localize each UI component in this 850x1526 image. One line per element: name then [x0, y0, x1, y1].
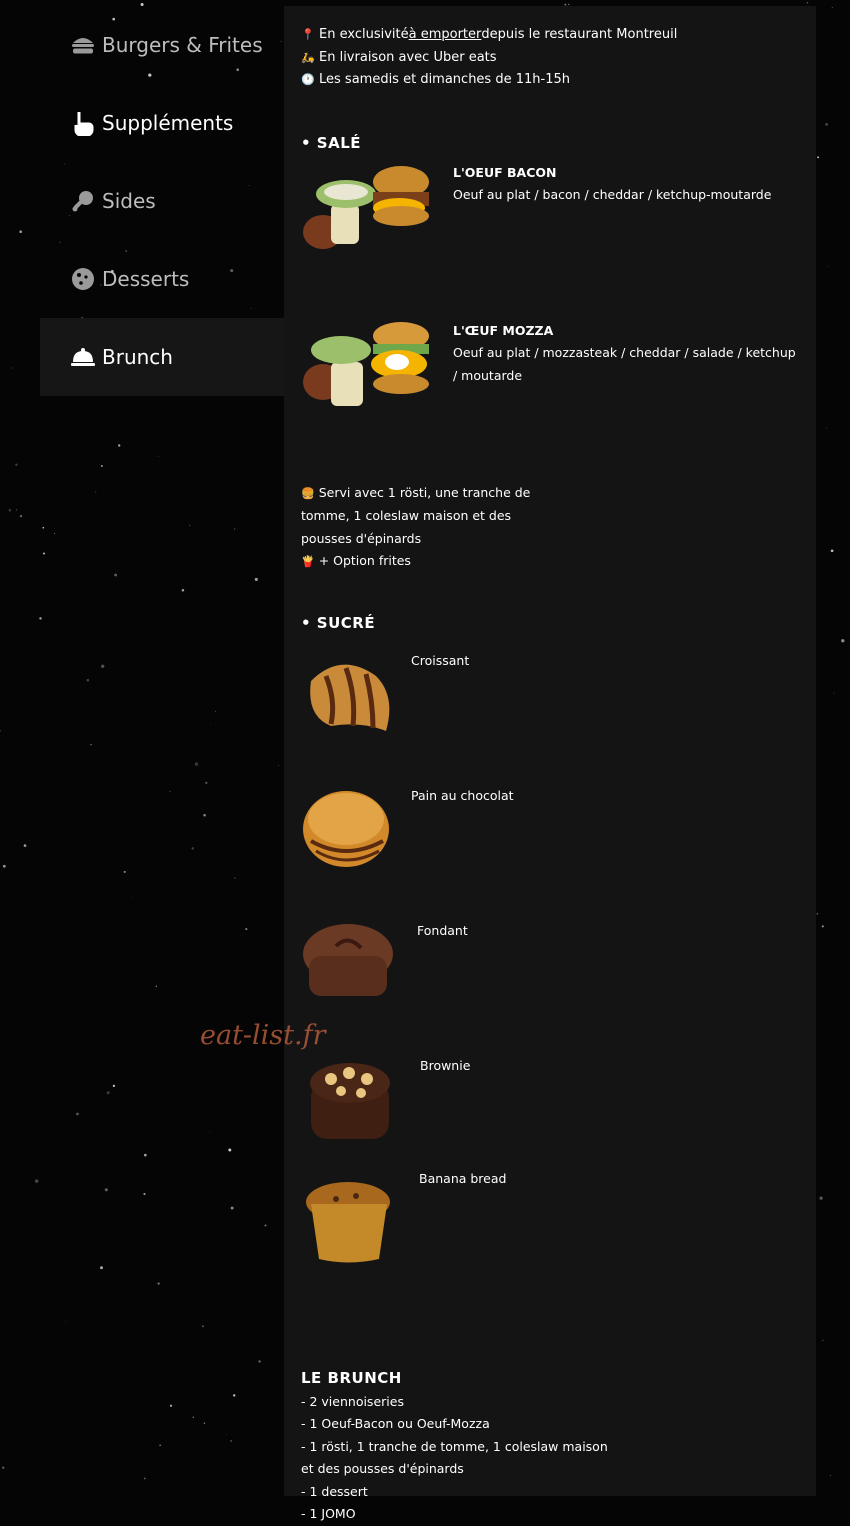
sidebar-item-label: Desserts [102, 267, 190, 291]
cookie-icon [70, 266, 96, 292]
note-text: Servi avec 1 rösti, une tranche de tomme… [301, 484, 531, 546]
menu-item-oeuf-bacon[interactable]: L'OEUF BACON Oeuf au plat / bacon / ched… [301, 156, 799, 314]
burger-emoji-icon: 🍔 [301, 486, 315, 500]
sidebar-item-label: Burgers & Frites [102, 33, 263, 57]
croissant-image [310, 664, 390, 731]
menu-item-oeuf-mozza[interactable]: L'ŒUF MOZZA Oeuf au plat / mozzasteak / … [301, 314, 799, 472]
sidebar-item-desserts[interactable]: Desserts [40, 240, 284, 318]
item-name: L'OEUF BACON [453, 164, 557, 180]
list-item: et des pousses d'épinards [301, 1461, 464, 1476]
oeuf-bacon-image [303, 165, 429, 249]
menu-item-pain-au-chocolat[interactable]: Pain au chocolat [301, 781, 799, 916]
option-text: + Option frites [318, 553, 411, 568]
sidebar-item-sides[interactable]: Sides [40, 162, 284, 240]
list-item: - 2 viennoiseries [301, 1393, 404, 1409]
fries-option: 🍟 + Option frites [301, 550, 561, 574]
sidebar-item-label: Sides [102, 189, 156, 213]
sidebar-item-brunch[interactable]: Brunch [40, 318, 284, 396]
clock-icon: 🕐 [301, 73, 315, 86]
drumstick-icon [70, 188, 96, 214]
info-text: Les samedis et dimanches de 11h-15h [319, 72, 570, 87]
menu-item-banana-bread[interactable]: Banana bread [301, 1164, 799, 1299]
pin-icon: 📍 [301, 28, 315, 41]
pointing-hand-icon [70, 110, 96, 136]
item-name: Croissant [411, 652, 470, 668]
brownie-image [310, 1062, 390, 1139]
fondant-image [303, 923, 393, 996]
item-name: Brownie [420, 1057, 471, 1073]
takeaway-link[interactable]: à emporter [409, 24, 482, 47]
brunch-formula-title: LE BRUNCH [301, 1368, 402, 1387]
sidebar-item-supplements[interactable]: Suppléments [40, 84, 284, 162]
section-title-sucre: • SUCRÉ [301, 613, 376, 632]
burger-icon [70, 32, 96, 58]
menu-item-croissant[interactable]: Croissant [301, 646, 799, 781]
watermark: eat-list.fr [200, 1020, 326, 1051]
sidebar-item-label: Suppléments [102, 111, 234, 135]
list-item: - 1 JOMO [301, 1506, 356, 1521]
brunch-formula-list: - 2 viennoiseries - 1 Oeuf-Bacon ou Oeuf… [301, 1391, 799, 1526]
cloche-icon [70, 344, 96, 370]
item-name: Banana bread [419, 1170, 507, 1186]
info-line-hours: 🕐 Les samedis et dimanches de 11h-15h [301, 69, 799, 92]
scooter-icon: 🛵 [301, 50, 315, 64]
category-sidebar: Burgers & Frites Suppléments Sides Desse… [40, 6, 284, 396]
info-text: En exclusivité [319, 27, 409, 42]
list-item: - 1 rösti, 1 tranche de tomme, 1 colesla… [301, 1438, 608, 1454]
info-text: En livraison avec Uber eats [319, 49, 497, 65]
info-line-delivery: 🛵 En livraison avec Uber eats [301, 47, 799, 70]
item-description: Oeuf au plat / mozzasteak / cheddar / sa… [453, 345, 796, 383]
sidebar-item-label: Brunch [102, 345, 173, 369]
menu-item-fondant[interactable]: Fondant [301, 916, 799, 1051]
section-title-sale: • SALÉ [301, 133, 362, 152]
menu-item-brownie[interactable]: Brownie [301, 1051, 799, 1164]
item-description: Oeuf au plat / bacon / cheddar / ketchup… [453, 187, 772, 202]
item-name: Pain au chocolat [411, 787, 514, 803]
fries-icon: 🍟 [301, 555, 315, 568]
oeuf-mozza-image [303, 321, 429, 406]
banana-bread-image [306, 1181, 390, 1262]
item-name: Fondant [417, 922, 468, 938]
sale-serving-note: 🍔 Servi avec 1 rösti, une tranche de tom… [301, 482, 561, 551]
brunch-menu-panel: 📍 En exclusivité à emporter depuis le re… [284, 6, 816, 1521]
item-name: L'ŒUF MOZZA [453, 322, 554, 338]
list-item: - 1 Oeuf-Bacon ou Oeuf-Mozza [301, 1416, 490, 1431]
sidebar-item-burgers[interactable]: Burgers & Frites [40, 6, 284, 84]
pain-au-chocolat-image [303, 790, 389, 867]
info-line-takeaway: 📍 En exclusivité à emporter depuis le re… [301, 24, 799, 47]
info-text: depuis le restaurant Montreuil [481, 27, 678, 42]
